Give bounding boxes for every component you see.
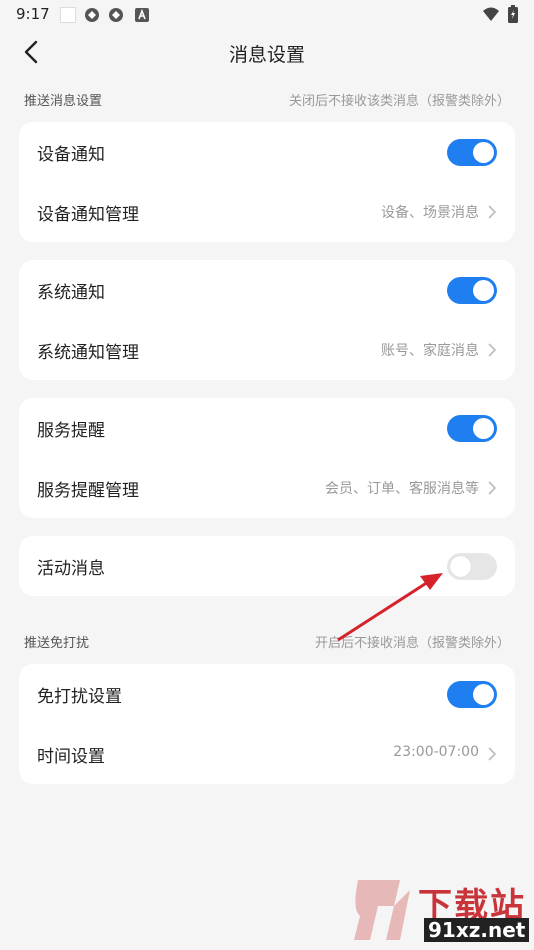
card-device-notifications: 设备通知 设备通知管理 设备、场景消息 bbox=[19, 122, 515, 242]
row-system-notify-manage[interactable]: 系统通知管理 账号、家庭消息 bbox=[19, 320, 515, 380]
system-notify-manage-label: 系统通知管理 bbox=[37, 343, 139, 363]
dnd-setting-label: 免打扰设置 bbox=[37, 687, 122, 707]
service-remind-manage-value: 会员、订单、客服消息等 bbox=[325, 481, 479, 497]
dnd-time-label: 时间设置 bbox=[37, 747, 105, 767]
wifi-icon bbox=[483, 7, 499, 21]
toggle-knob bbox=[450, 556, 471, 577]
service-remind-label: 服务提醒 bbox=[37, 421, 105, 441]
row-dnd-setting: 免打扰设置 bbox=[19, 664, 515, 724]
app-notification-icon-2 bbox=[109, 8, 123, 22]
dnd-time-value: 23:00-07:00 bbox=[393, 744, 479, 760]
activity-msg-toggle[interactable] bbox=[447, 553, 497, 580]
a-notification-icon bbox=[135, 8, 149, 22]
section-push-label: 推送消息设置 bbox=[24, 94, 103, 109]
device-notify-toggle[interactable] bbox=[447, 139, 497, 166]
watermark-logo-icon bbox=[354, 880, 410, 940]
app-notification-icon bbox=[85, 8, 99, 22]
card-do-not-disturb: 免打扰设置 时间设置 23:00-07:00 bbox=[19, 664, 515, 784]
service-remind-toggle[interactable] bbox=[447, 415, 497, 442]
system-notify-manage-value: 账号、家庭消息 bbox=[381, 343, 479, 359]
chevron-right-icon bbox=[488, 747, 497, 761]
row-dnd-time[interactable]: 时间设置 23:00-07:00 bbox=[19, 724, 515, 784]
chevron-right-icon bbox=[488, 481, 497, 495]
row-service-remind-manage[interactable]: 服务提醒管理 会员、订单、客服消息等 bbox=[19, 458, 515, 518]
chevron-right-icon bbox=[488, 343, 497, 357]
chevron-right-icon bbox=[488, 205, 497, 219]
watermark: 下载站 91xz.net bbox=[348, 876, 530, 946]
section-dnd-label: 推送免打扰 bbox=[24, 636, 90, 651]
activity-msg-label: 活动消息 bbox=[37, 559, 105, 579]
system-notify-toggle[interactable] bbox=[447, 277, 497, 304]
nav-bar: 消息设置 bbox=[0, 28, 534, 76]
section-dnd-hint: 开启后不接收消息（报警类除外） bbox=[314, 636, 510, 651]
section-push-hint: 关闭后不接收该类消息（报警类除外） bbox=[288, 94, 510, 109]
toggle-knob bbox=[473, 418, 494, 439]
card-system-notifications: 系统通知 系统通知管理 账号、家庭消息 bbox=[19, 260, 515, 380]
device-notify-label: 设备通知 bbox=[37, 145, 105, 165]
card-activity-messages: 活动消息 bbox=[19, 536, 515, 596]
status-time: 9:17 bbox=[16, 5, 50, 23]
notification-square-icon bbox=[60, 7, 76, 23]
row-service-remind: 服务提醒 bbox=[19, 398, 515, 458]
row-activity-msg: 活动消息 bbox=[19, 536, 515, 596]
status-bar: 9:17 bbox=[0, 0, 534, 28]
system-notify-label: 系统通知 bbox=[37, 283, 105, 303]
row-device-notify: 设备通知 bbox=[19, 122, 515, 182]
row-device-notify-manage[interactable]: 设备通知管理 设备、场景消息 bbox=[19, 182, 515, 242]
toggle-knob bbox=[473, 684, 494, 705]
device-notify-manage-label: 设备通知管理 bbox=[37, 205, 139, 225]
section-dnd-header: 推送免打扰 开启后不接收消息（报警类除外） bbox=[24, 632, 510, 652]
device-notify-manage-value: 设备、场景消息 bbox=[381, 205, 479, 221]
service-remind-manage-label: 服务提醒管理 bbox=[37, 481, 139, 501]
watermark-domain: 91xz.net bbox=[424, 918, 530, 942]
section-push-header: 推送消息设置 关闭后不接收该类消息（报警类除外） bbox=[24, 90, 510, 110]
toggle-knob bbox=[473, 280, 494, 301]
dnd-setting-toggle[interactable] bbox=[447, 681, 497, 708]
page-title: 消息设置 bbox=[228, 44, 305, 66]
card-service-reminders: 服务提醒 服务提醒管理 会员、订单、客服消息等 bbox=[19, 398, 515, 518]
battery-icon bbox=[508, 5, 518, 23]
toggle-knob bbox=[473, 142, 494, 163]
row-system-notify: 系统通知 bbox=[19, 260, 515, 320]
